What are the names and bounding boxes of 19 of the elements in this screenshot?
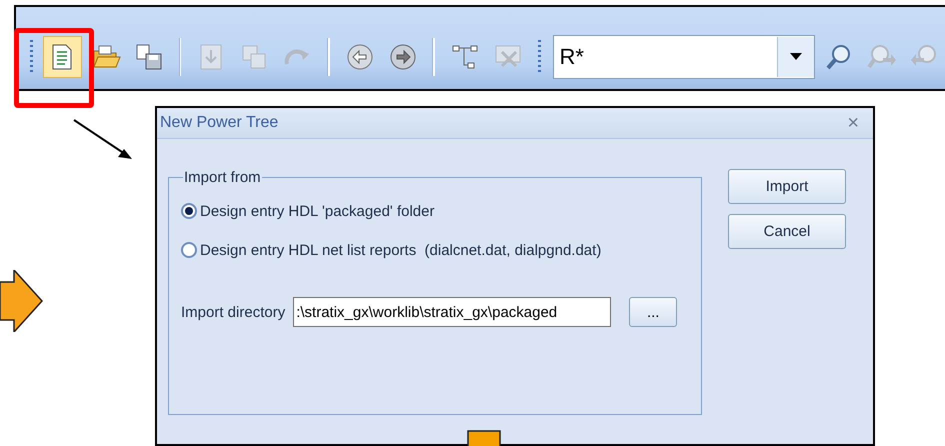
dropdown-button[interactable] bbox=[777, 37, 814, 77]
caret-icon bbox=[790, 53, 802, 61]
directory-field[interactable]: :\stratix_gx\worklib\stratix_gx\packaged bbox=[293, 297, 612, 327]
field-label: Import directory bbox=[181, 304, 286, 320]
radio-button[interactable] bbox=[181, 203, 197, 219]
search-combo-box[interactable]: R* bbox=[552, 35, 816, 79]
toolbar-button[interactable] bbox=[42, 36, 82, 78]
dialog-button[interactable]: Cancel bbox=[728, 214, 846, 249]
dialog-title: New Power Tree bbox=[160, 114, 278, 132]
radio-option[interactable]: Design entry HDL 'packaged' folder bbox=[181, 200, 689, 222]
radio-option[interactable]: Design entry HDL net list reports (dialcnet.dat, dialpgnd.dat) bbox=[181, 239, 689, 261]
dialog-button[interactable]: Import bbox=[728, 169, 846, 204]
group-title: Import from bbox=[183, 169, 262, 186]
save-icon bbox=[134, 42, 164, 72]
combo-text: R* bbox=[558, 44, 585, 70]
block-arrow bbox=[0, 270, 44, 332]
radio-button[interactable] bbox=[181, 242, 197, 258]
browse-button[interactable]: ... bbox=[629, 297, 678, 327]
pointer-arrow bbox=[72, 118, 134, 162]
